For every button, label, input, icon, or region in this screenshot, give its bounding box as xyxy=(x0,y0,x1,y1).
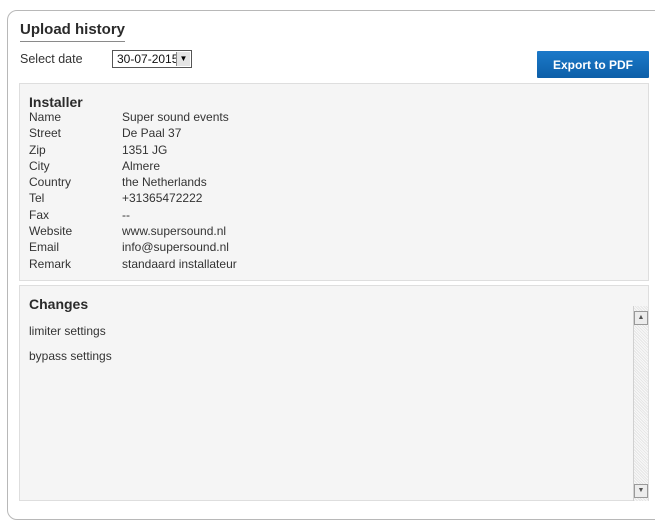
installer-heading: Installer xyxy=(29,94,83,110)
installer-value: www.supersound.nl xyxy=(122,224,227,239)
installer-value: +31365472222 xyxy=(122,191,203,206)
installer-label: Website xyxy=(29,224,73,239)
installer-label: City xyxy=(29,158,50,173)
export-to-pdf-button[interactable]: Export to PDF xyxy=(537,51,649,78)
installer-label: Remark xyxy=(29,256,72,271)
list-item: bypass settings xyxy=(29,349,112,363)
changes-scrollbar[interactable]: ▲ ▼ xyxy=(633,306,648,501)
installer-label: Street xyxy=(29,126,62,141)
changes-section: Changes limiter settings bypass settings… xyxy=(19,285,649,501)
installer-value: -- xyxy=(122,207,130,222)
arrow-up-icon[interactable]: ▲ xyxy=(634,311,648,325)
installer-value: De Paal 37 xyxy=(122,126,182,141)
installer-label: Email xyxy=(29,240,60,255)
installer-value: Super sound events xyxy=(122,110,229,124)
installer-value: Almere xyxy=(122,158,161,173)
select-date-label: Select date xyxy=(20,52,83,66)
installer-value: standaard installateur xyxy=(122,256,237,271)
changes-heading: Changes xyxy=(29,296,89,312)
installer-label: Tel xyxy=(29,191,45,206)
installer-value: info@supersound.nl xyxy=(122,240,229,255)
list-item: limiter settings xyxy=(29,324,106,338)
installer-value: the Netherlands xyxy=(122,175,207,190)
installer-section: Installer Name Super sound events Street D… xyxy=(19,83,649,281)
installer-label: Fax xyxy=(29,207,50,222)
page-title: Upload history xyxy=(20,21,126,42)
arrow-down-icon[interactable]: ▼ xyxy=(634,484,648,498)
selected-date-value: 30-07-2015 xyxy=(117,52,179,66)
installer-label: Country xyxy=(29,175,72,190)
chevron-down-icon[interactable]: ▼ xyxy=(176,52,190,66)
installer-label: Zip xyxy=(29,142,46,157)
installer-value: 1351 JG xyxy=(122,142,168,157)
date-select[interactable]: 30-07-2015 ▼ xyxy=(112,50,192,68)
installer-label: Name xyxy=(29,110,62,124)
